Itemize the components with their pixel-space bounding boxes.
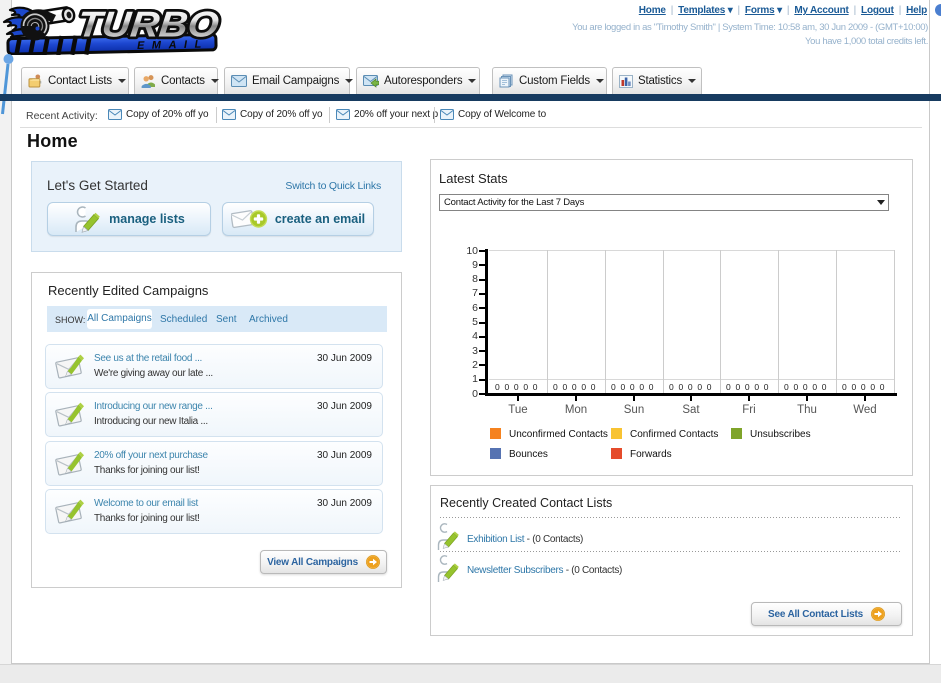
svg-text:TURBO: TURBO: [76, 4, 221, 45]
